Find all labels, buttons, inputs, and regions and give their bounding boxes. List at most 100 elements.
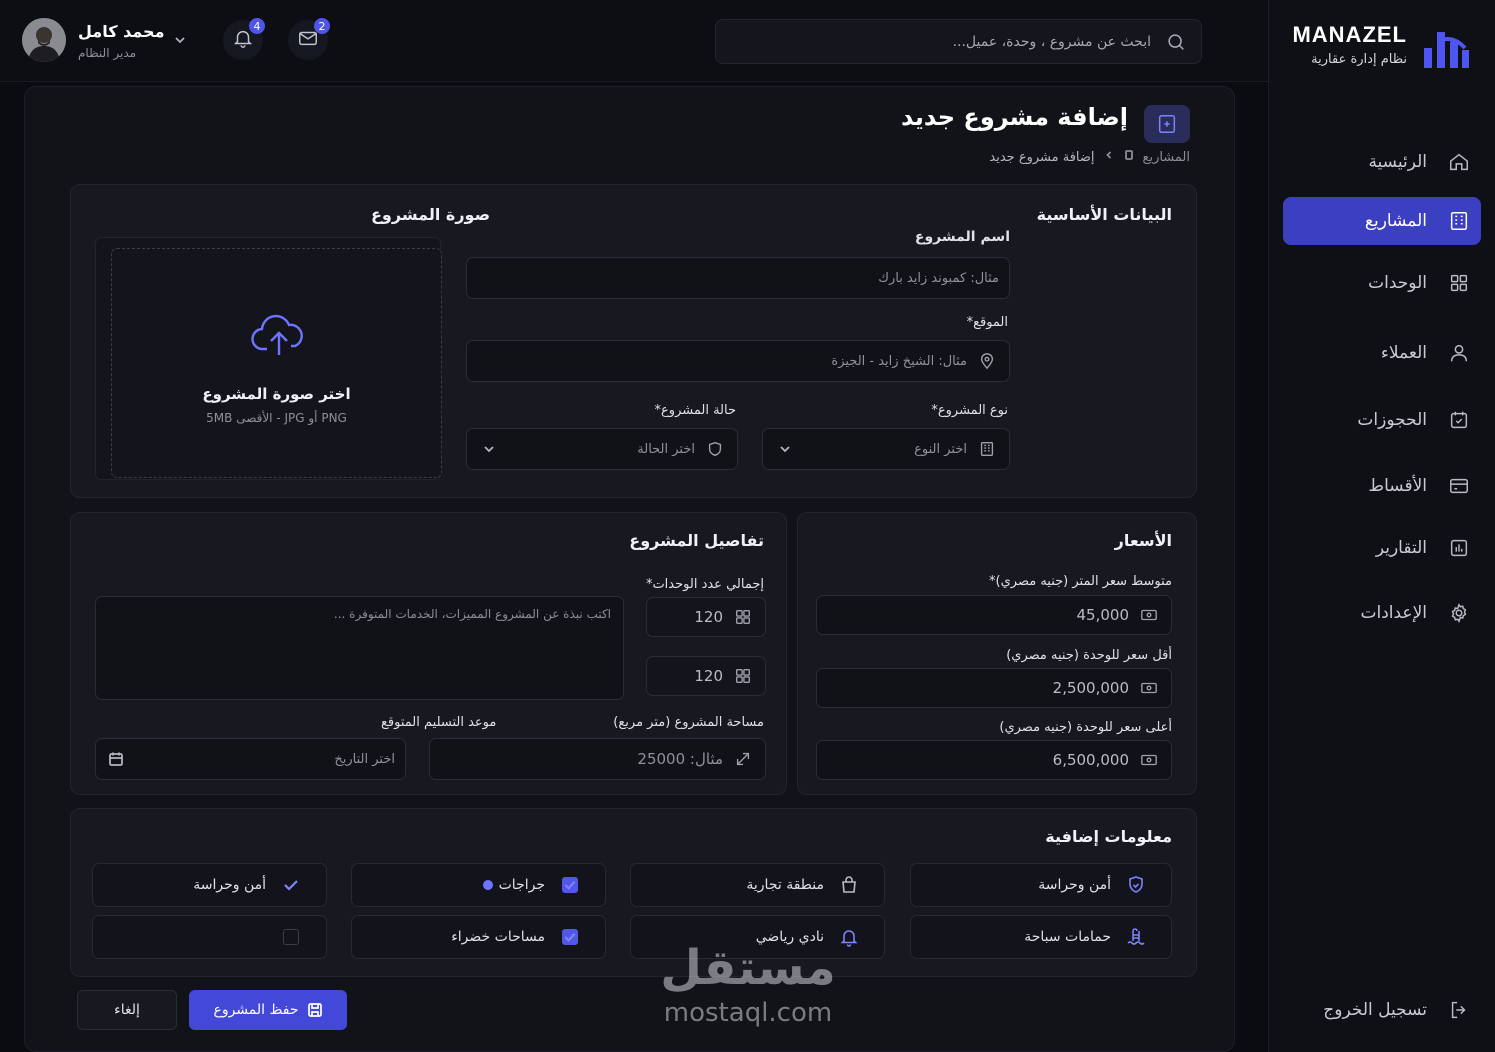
shopping-bag-icon <box>838 874 860 896</box>
sidebar-item-reports[interactable]: التقارير <box>1283 524 1481 572</box>
amenity-garages[interactable]: جراجات <box>351 863 606 907</box>
project-status-select[interactable] <box>466 428 738 470</box>
sidebar-item-label: الإعدادات <box>1360 603 1427 623</box>
sidebar-item-label: التقارير <box>1375 538 1427 558</box>
max-price-field[interactable] <box>816 740 1172 780</box>
area-field[interactable] <box>429 738 766 780</box>
grid-icon <box>1447 271 1471 295</box>
max-price-input[interactable] <box>817 751 1129 769</box>
checkbox-checked-icon[interactable] <box>562 877 578 893</box>
shield-icon <box>705 439 725 459</box>
save-label: حفظ المشروع <box>213 1002 299 1018</box>
amenity-label: منطقة تجارية <box>746 877 824 893</box>
building-icon <box>1447 209 1471 233</box>
min-price-field[interactable] <box>816 668 1172 708</box>
avatar <box>22 18 66 62</box>
avg-price-input[interactable] <box>817 606 1129 624</box>
installments-icon <box>1447 474 1471 498</box>
sidebar-item-settings[interactable]: الإعدادات <box>1283 589 1481 637</box>
total-units-label: إجمالي عدد الوحدات* <box>645 577 764 592</box>
amenity-label: مساحات خضراء <box>451 929 545 945</box>
sidebar-item-label: المشاريع <box>1364 211 1427 231</box>
sidebar-item-bookings[interactable]: الحجوزات <box>1283 396 1481 444</box>
sidebar-item-clients[interactable]: العملاء <box>1283 329 1481 377</box>
delivery-date-field[interactable] <box>95 738 406 780</box>
sidebar-item-projects[interactable]: المشاريع <box>1283 197 1481 245</box>
amenity-commercial[interactable]: منطقة تجارية <box>630 863 885 907</box>
notifications-button[interactable]: 4 <box>223 18 265 60</box>
location-field[interactable] <box>466 340 1010 382</box>
user-menu[interactable]: محمد كامل مدير النظام <box>22 18 192 64</box>
add-document-icon <box>1144 105 1190 143</box>
amenity-empty[interactable] <box>92 915 327 959</box>
description-textarea[interactable] <box>95 596 624 700</box>
image-upload-dropzone[interactable]: اختر صورة المشروع PNG أو JPG - الأقصى 5M… <box>111 248 442 478</box>
breadcrumb-parent[interactable]: المشاريع <box>1143 150 1190 165</box>
avg-price-field[interactable] <box>816 595 1172 635</box>
basic-info-card: البيانات الأساسية صورة المشروع اسم المشر… <box>70 184 1197 498</box>
min-price-input[interactable] <box>817 679 1129 697</box>
amenity-security-secondary[interactable]: أمن وحراسة <box>92 863 327 907</box>
amenity-label: نادي رياضي <box>755 929 824 945</box>
search-input[interactable] <box>751 33 1151 50</box>
sidebar-item-label: الحجوزات <box>1357 410 1427 430</box>
search-icon <box>1165 31 1187 53</box>
sidebar-item-units[interactable]: الوحدات <box>1283 259 1481 307</box>
amenity-pools[interactable]: حمامات سباحة <box>910 915 1172 959</box>
total-units-field[interactable] <box>646 597 766 637</box>
checkbox-empty-icon[interactable] <box>283 929 299 945</box>
breadcrumb: المشاريع إضافة مشروع جديد <box>989 149 1190 165</box>
area-label: مساحة المشروع (متر مربع) <box>613 715 764 730</box>
project-status-label: حالة المشروع* <box>654 403 736 418</box>
logout-button[interactable]: تسجيل الخروج <box>1283 986 1481 1034</box>
grid-icon <box>733 666 753 686</box>
sidebar-item-home[interactable]: الرئيسية <box>1283 138 1481 186</box>
amenity-gym[interactable]: نادي رياضي <box>630 915 885 959</box>
expand-arrow-icon <box>733 749 753 769</box>
chevron-down-icon <box>172 32 188 48</box>
project-name-input[interactable] <box>467 270 1009 286</box>
area-input[interactable] <box>430 750 723 768</box>
project-name-field[interactable] <box>466 257 1010 299</box>
amenity-green-spaces[interactable]: مساحات خضراء <box>351 915 606 959</box>
total-units-input[interactable] <box>647 608 723 626</box>
building-icon <box>977 439 997 459</box>
messages-button[interactable]: 2 <box>288 18 330 60</box>
extra-info-card: معلومات إضافية أمن وحراسة منطقة تجارية ج… <box>70 808 1197 977</box>
sidebar-item-installments[interactable]: الأقساط <box>1283 462 1481 510</box>
user-icon <box>1447 341 1471 365</box>
cancel-label: إلغاء <box>114 1002 140 1018</box>
amenity-label: أمن وحراسة <box>1038 877 1111 893</box>
save-project-button[interactable]: حفظ المشروع <box>189 990 347 1030</box>
brand-subtitle: نظام إدارة عقارية <box>1311 52 1407 67</box>
chevron-down-icon <box>481 441 497 457</box>
amenity-label: حمامات سباحة <box>1024 929 1111 945</box>
project-status-value[interactable] <box>503 441 695 457</box>
search-box[interactable] <box>715 19 1202 64</box>
amenity-security[interactable]: أمن وحراسة <box>910 863 1172 907</box>
money-icon <box>1139 605 1159 625</box>
project-name-label: اسم المشروع <box>914 229 1010 245</box>
project-details-title: تفاصيل المشروع <box>629 531 764 550</box>
sidebar-item-label: الرئيسية <box>1368 152 1427 172</box>
project-type-value[interactable] <box>799 441 967 457</box>
brand-name: MANAZEL <box>1292 22 1407 47</box>
amenity-label: جراجات <box>498 877 545 893</box>
location-pin-icon <box>977 351 997 371</box>
cancel-button[interactable]: إلغاء <box>77 990 177 1030</box>
checkbox-checked-icon[interactable] <box>562 929 578 945</box>
upload-title: اختر صورة المشروع <box>202 385 351 403</box>
chart-icon <box>1447 536 1471 560</box>
gear-icon <box>1447 601 1471 625</box>
building-small-icon <box>1123 149 1135 165</box>
page-title: إضافة مشروع جديد <box>901 103 1128 131</box>
basic-info-title: البيانات الأساسية <box>1036 205 1172 224</box>
delivery-date-input[interactable] <box>130 751 405 767</box>
location-input[interactable] <box>467 353 967 369</box>
brand[interactable]: MANAZEL نظام إدارة عقارية <box>1291 20 1471 76</box>
project-image-title: صورة المشروع <box>371 205 491 224</box>
units-secondary-field[interactable] <box>646 656 766 696</box>
units-secondary-input[interactable] <box>647 667 723 685</box>
dot-icon <box>482 880 493 890</box>
project-type-select[interactable] <box>762 428 1010 470</box>
